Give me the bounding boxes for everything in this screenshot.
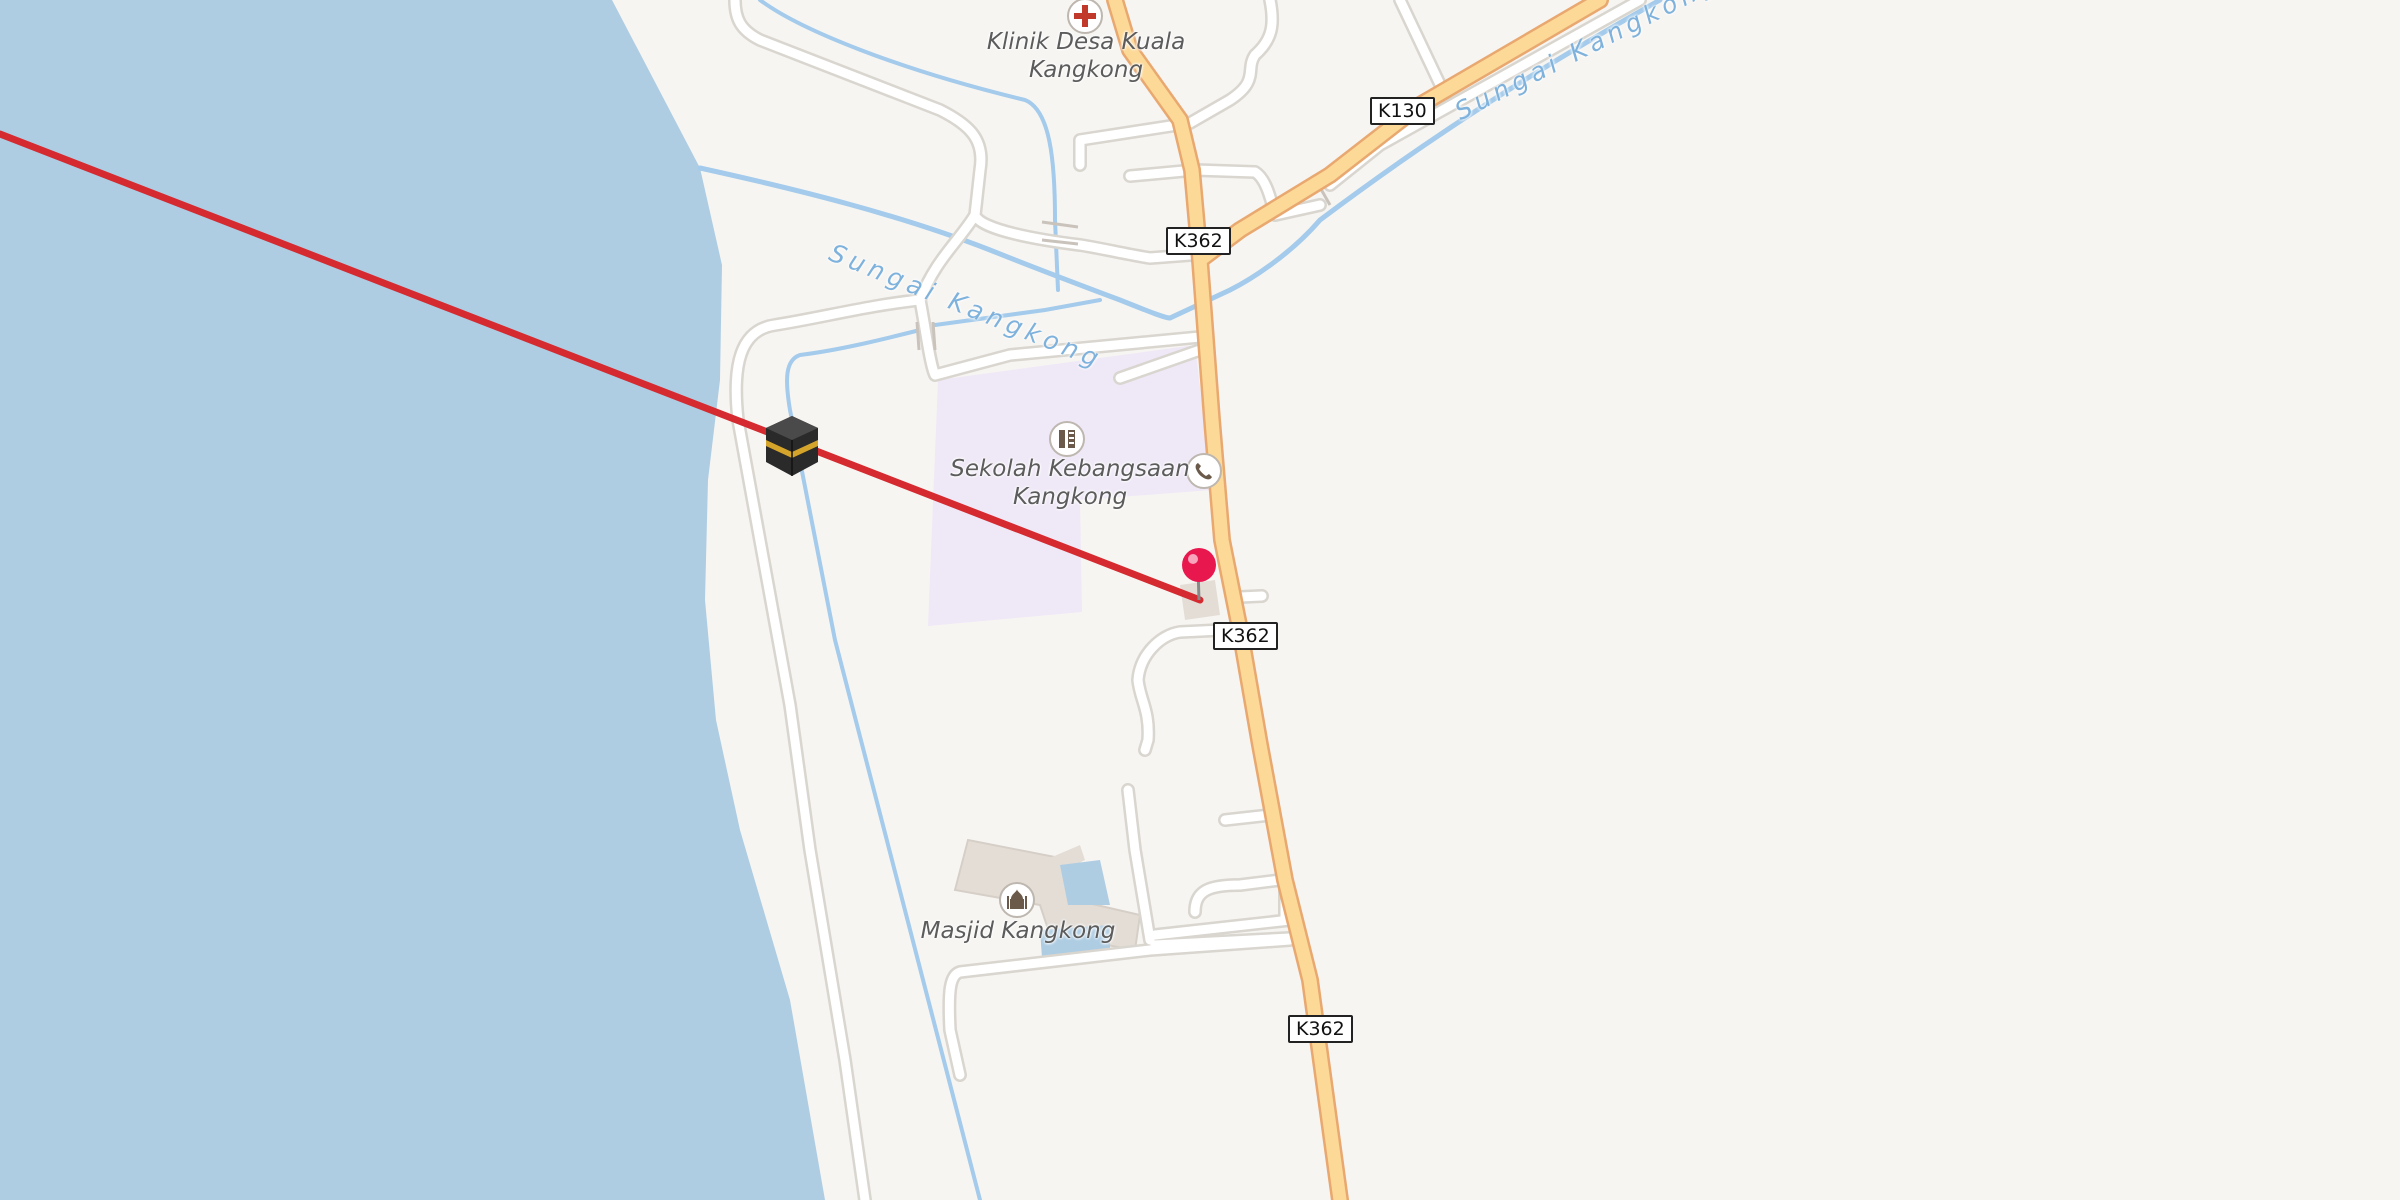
school-icon[interactable]: [1049, 421, 1085, 457]
school-label-line-1: Sekolah Kebangsaan: [950, 456, 1190, 482]
clinic-label-line-1: Klinik Desa Kuala: [986, 29, 1186, 55]
road-shield-k130: K130: [1370, 97, 1435, 125]
mosque-label: Masjid Kangkong: [918, 917, 1118, 945]
school-label: Sekolah Kebangsaan Kangkong: [950, 455, 1190, 511]
map-canvas[interactable]: [0, 0, 2400, 1200]
mosque-label-text: Masjid Kangkong: [920, 918, 1116, 944]
road-shield-k362-north: K362: [1166, 227, 1231, 255]
road-shield-k362-middle: K362: [1213, 622, 1278, 650]
telephone-icon[interactable]: [1186, 453, 1222, 489]
clinic-label: Klinik Desa Kuala Kangkong: [986, 28, 1186, 84]
mosque-icon[interactable]: [999, 882, 1035, 918]
school-label-line-2: Kangkong: [1012, 484, 1128, 510]
clinic-label-line-2: Kangkong: [1028, 57, 1144, 83]
road-shield-k362-south: K362: [1288, 1015, 1353, 1043]
